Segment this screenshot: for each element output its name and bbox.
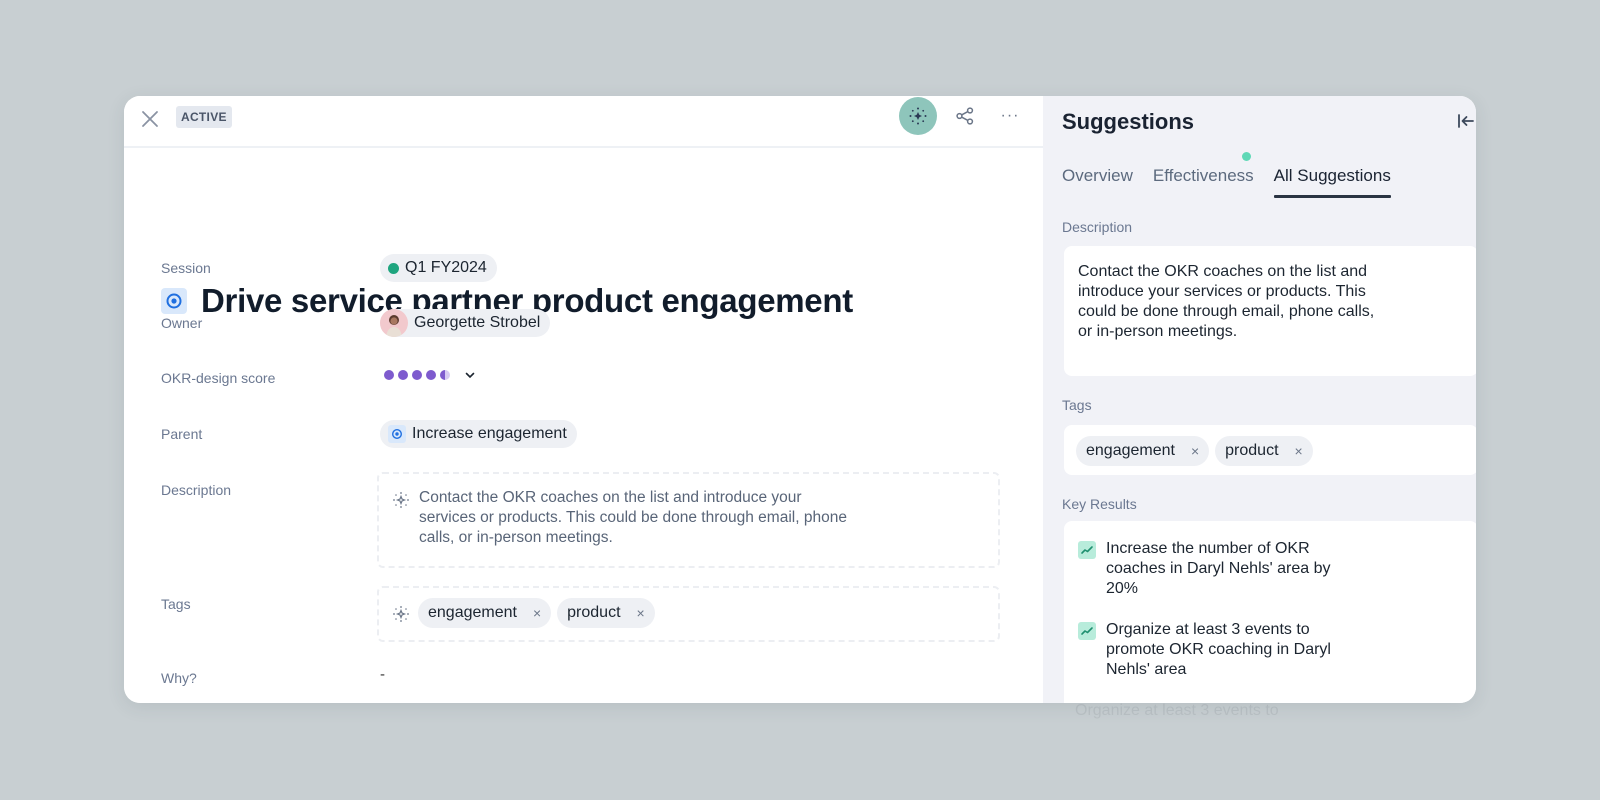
tab-label: Overview <box>1062 166 1133 185</box>
suggested-description-text: Contact the OKR coaches on the list and … <box>1078 263 1375 340</box>
objective-target-icon <box>388 425 406 443</box>
collapse-panel-icon <box>1458 114 1474 128</box>
objective-detail-card: ACTIVE ··· Drive service partner product… <box>124 96 1476 703</box>
score-dot-half <box>440 370 450 380</box>
description-text: Contact the OKR coaches on the list and … <box>419 489 847 546</box>
objective-target-icon <box>161 288 187 314</box>
suggested-description-label: Description <box>1062 219 1133 235</box>
tab-effectiveness[interactable]: Effectiveness <box>1152 152 1254 198</box>
tab-label: Effectiveness <box>1152 166 1254 185</box>
session-pill[interactable]: Q1 FY2024 <box>380 254 497 282</box>
suggested-tag-chip[interactable]: product × <box>1215 436 1313 466</box>
tags-field[interactable]: engagement × product × <box>377 586 1000 642</box>
suggestions-tabs: Overview Effectiveness All Suggestions <box>1062 152 1392 198</box>
key-result-text: Organize at least 3 events to promote OK… <box>1106 621 1331 678</box>
owner-pill[interactable]: Georgette Strobel <box>380 309 551 337</box>
owner-name: Georgette Strobel <box>414 314 541 331</box>
key-result-item[interactable]: Increase the number of OKR coaches in Da… <box>1078 539 1356 599</box>
sparkle-icon <box>909 107 927 125</box>
key-result-text: Increase the number of OKR coaches in Da… <box>1106 540 1331 597</box>
close-button[interactable] <box>136 105 164 133</box>
top-bar: ACTIVE ··· <box>124 96 1043 148</box>
suggested-description-card[interactable]: Contact the OKR coaches on the list and … <box>1064 246 1476 376</box>
trend-up-icon <box>1078 541 1096 559</box>
suggested-tags-label: Tags <box>1062 397 1092 413</box>
objective-panel: ACTIVE ··· Drive service partner product… <box>124 96 1043 703</box>
more-button[interactable]: ··· <box>996 102 1024 130</box>
remove-tag-icon[interactable]: × <box>1295 443 1303 459</box>
key-result-item[interactable]: Organize at least 3 events to promote OK… <box>1078 620 1356 680</box>
parent-label: Parent <box>161 426 203 442</box>
description-label: Description <box>161 482 232 498</box>
key-results-card: Increase the number of OKR coaches in Da… <box>1064 521 1476 703</box>
score-dot-full <box>398 370 408 380</box>
key-results-label: Key Results <box>1062 496 1137 512</box>
tab-label: All Suggestions <box>1273 166 1391 185</box>
avatar <box>380 309 408 337</box>
tag-chip[interactable]: product × <box>557 598 655 628</box>
status-badge: ACTIVE <box>176 106 232 128</box>
tag-label: engagement <box>1086 442 1175 459</box>
trend-up-icon <box>1078 622 1096 640</box>
score-dot-full <box>426 370 436 380</box>
why-label: Why? <box>161 670 197 686</box>
tab-all-suggestions[interactable]: All Suggestions <box>1273 166 1392 198</box>
owner-label: Owner <box>161 315 203 331</box>
notification-dot <box>1241 152 1251 161</box>
remove-tag-icon[interactable]: × <box>1191 443 1199 459</box>
tag-label: product <box>1225 442 1279 459</box>
collapse-panel-button[interactable] <box>1455 110 1476 132</box>
tag-chip[interactable]: engagement × <box>418 598 552 628</box>
session-status-dot <box>388 262 399 274</box>
description-field[interactable]: Contact the OKR coaches on the list and … <box>377 472 1000 568</box>
share-icon <box>956 107 974 125</box>
parent-value: Increase engagement <box>412 425 567 442</box>
suggested-tags-card: engagement × product × <box>1064 425 1476 475</box>
tag-label: product <box>567 604 621 621</box>
close-icon <box>142 111 158 127</box>
tag-label: engagement <box>428 604 517 621</box>
chevron-down-icon <box>465 372 475 379</box>
share-button[interactable] <box>951 102 979 130</box>
parent-pill[interactable]: Increase engagement <box>380 420 577 448</box>
okr-design-score-dropdown[interactable] <box>384 369 476 381</box>
remove-tag-icon[interactable]: × <box>533 605 541 621</box>
suggestions-title: Suggestions <box>1062 109 1195 134</box>
okr-design-score-label: OKR-design score <box>161 370 276 386</box>
session-value: Q1 FY2024 <box>405 259 487 276</box>
suggested-tag-chip[interactable]: engagement × <box>1076 436 1210 466</box>
score-dot-full <box>384 370 394 380</box>
tab-overview[interactable]: Overview <box>1062 166 1133 198</box>
score-dot-full <box>412 370 422 380</box>
sparkle-icon <box>393 606 409 622</box>
remove-tag-icon[interactable]: × <box>637 605 645 621</box>
session-label: Session <box>161 260 211 276</box>
more-horizontal-icon: ··· <box>1000 107 1020 124</box>
ai-suggestions-button[interactable] <box>899 97 937 135</box>
suggestions-panel: Suggestions Overview Effectiveness All S… <box>1043 96 1476 703</box>
key-result-overflow-text: Organize at least 3 events to <box>1075 702 1279 719</box>
why-value[interactable]: - <box>380 666 385 683</box>
tags-label: Tags <box>161 596 191 612</box>
sparkle-icon <box>393 492 409 508</box>
